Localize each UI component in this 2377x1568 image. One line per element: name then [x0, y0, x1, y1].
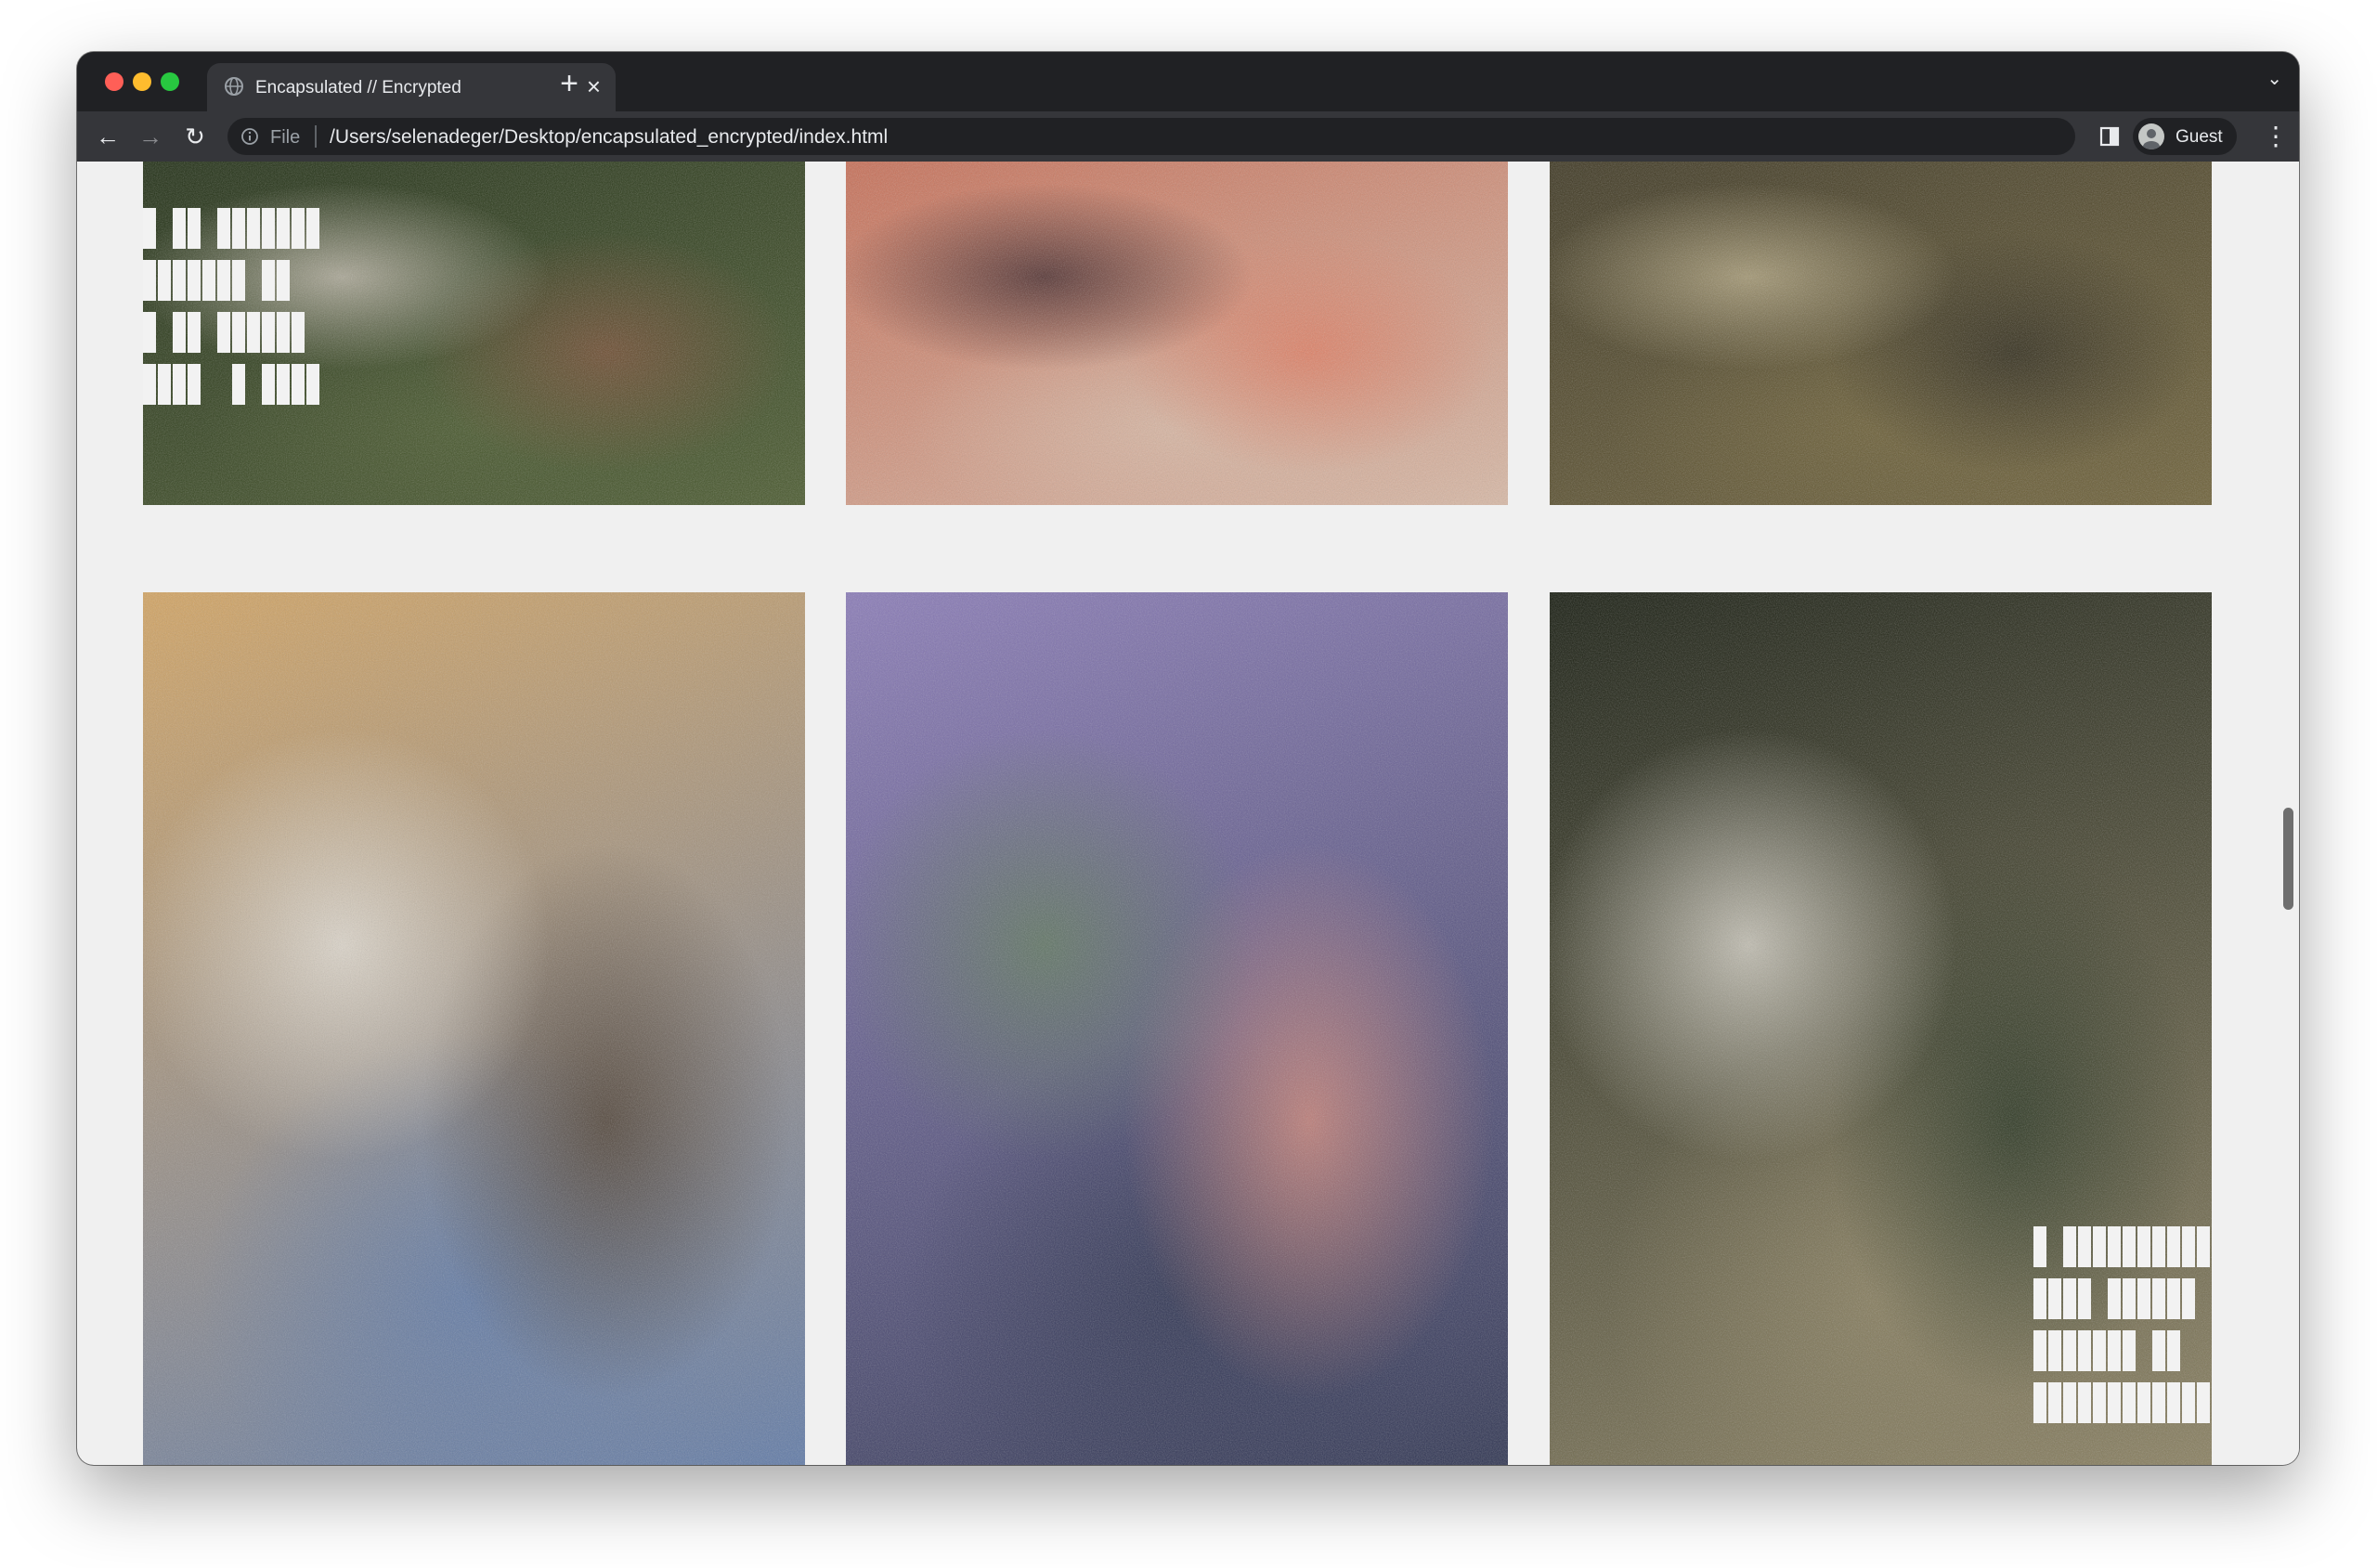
- tab-title: Encapsulated // Encrypted: [255, 78, 461, 97]
- noise-texture: [143, 592, 805, 1465]
- address-bar[interactable]: File /Users/selenadeger/Desktop/encapsul…: [227, 118, 2075, 155]
- forward-button[interactable]: →: [135, 121, 166, 152]
- new-tab-button[interactable]: +: [549, 63, 590, 104]
- page-content: [77, 162, 2299, 1465]
- scrollbar[interactable]: [2277, 162, 2299, 1465]
- minimize-window-button[interactable]: [133, 72, 151, 91]
- reload-button[interactable]: ↻: [179, 121, 211, 152]
- pixel-logo-icon: [2033, 1226, 2210, 1423]
- gallery-image[interactable]: [846, 162, 1508, 505]
- gallery-image[interactable]: [143, 592, 805, 1465]
- tab-strip: Encapsulated // Encrypted × + ⌄: [77, 52, 2299, 111]
- browser-window: Encapsulated // Encrypted × + ⌄ ← → ↻ Fi…: [77, 52, 2299, 1465]
- noise-texture: [846, 592, 1508, 1465]
- info-icon[interactable]: [240, 127, 259, 146]
- browser-menu-button[interactable]: ⋮: [2263, 121, 2289, 152]
- person-icon: [2138, 123, 2164, 149]
- profile-name: Guest: [2176, 127, 2223, 147]
- side-panel-icon[interactable]: [2098, 124, 2122, 149]
- globe-icon: [225, 77, 243, 96]
- profile-button[interactable]: Guest: [2133, 118, 2237, 155]
- pixel-logo-icon: [143, 208, 319, 405]
- gallery-image[interactable]: [143, 162, 805, 505]
- gallery-image[interactable]: [1550, 162, 2212, 505]
- maximize-window-button[interactable]: [161, 72, 179, 91]
- url-text[interactable]: /Users/selenadeger/Desktop/encapsulated_…: [330, 126, 888, 149]
- tab-search-button[interactable]: ⌄: [2267, 67, 2282, 90]
- back-button[interactable]: ←: [92, 121, 123, 152]
- noise-texture: [1550, 162, 2212, 505]
- gallery-image[interactable]: [1550, 592, 2212, 1465]
- url-separator: [315, 125, 317, 148]
- close-window-button[interactable]: [105, 72, 123, 91]
- scrollbar-thumb[interactable]: [2283, 808, 2293, 910]
- noise-texture: [846, 162, 1508, 505]
- url-scheme-label: File: [270, 127, 301, 148]
- gallery-image[interactable]: [846, 592, 1508, 1465]
- toolbar: ← → ↻ File /Users/selenadeger/Desktop/en…: [77, 111, 2299, 162]
